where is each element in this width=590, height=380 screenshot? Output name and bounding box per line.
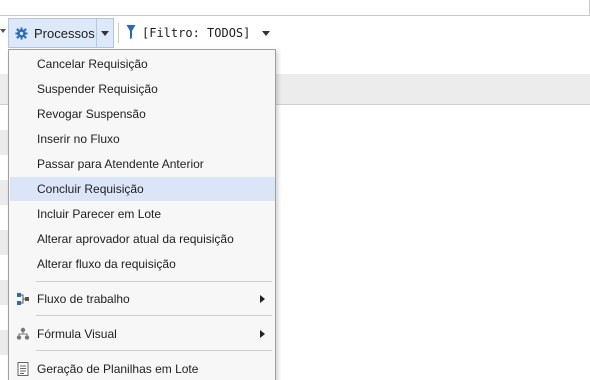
filter-dropdown[interactable]: [Filtro: TODOS] [126,17,271,49]
gear-icon [15,26,28,40]
menu-item-previous-attendant[interactable]: Passar para Atendente Anterior [10,152,275,176]
menu-item-batch-spreadsheets[interactable]: Geração de Planilhas em Lote [10,357,275,380]
formula-icon [16,327,30,341]
workflow-icon [16,292,30,306]
menu-separator [36,315,272,316]
menu-item-suspend-request[interactable]: Suspender Requisição [10,77,275,101]
menu-separator [36,350,272,351]
menu-item-visual-formula[interactable]: Fórmula Visual [10,322,275,346]
menu-item-label: Fluxo de trabalho [37,292,130,306]
menu-item-batch-opinion[interactable]: Incluir Parecer em Lote [10,202,275,226]
menu-item-label: Incluir Parecer em Lote [37,207,162,221]
processes-dropdown-arrow[interactable] [97,19,113,47]
toolbar: Processos [Filtro: TODOS] [0,17,590,49]
menu-item-label: Geração de Planilhas em Lote [37,362,199,376]
menu-item-label: Alterar aprovador atual da requisição [37,232,234,246]
menu-item-label: Revogar Suspensão [37,107,146,121]
menu-item-revoke-suspension[interactable]: Revogar Suspensão [10,102,275,126]
filter-funnel-icon [126,24,136,43]
processes-split-button[interactable]: Processos [8,18,114,48]
menu-item-insert-in-flow[interactable]: Inserir no Fluxo [10,127,275,151]
processes-menu: Cancelar Requisição Suspender Requisição… [8,49,276,380]
menu-item-label: Suspender Requisição [37,82,158,96]
menu-item-change-flow[interactable]: Alterar fluxo da requisição [10,252,275,276]
chevron-right-icon [260,295,265,303]
menu-item-label: Passar para Atendente Anterior [37,157,204,171]
menu-item-workflow[interactable]: Fluxo de trabalho [10,287,275,311]
top-strip [0,0,590,16]
menu-item-conclude-request[interactable]: Concluir Requisição [10,177,275,201]
menu-separator [36,281,272,282]
menu-item-cancel-request[interactable]: Cancelar Requisição [10,52,275,76]
filter-label: [Filtro: TODOS] [142,26,251,40]
processes-label: Processos [34,25,95,41]
chevron-down-icon [101,30,109,36]
menu-item-label: Inserir no Fluxo [37,132,120,146]
chevron-right-icon [260,330,265,338]
menu-item-label: Alterar fluxo da requisição [37,257,176,271]
spreadsheet-icon [16,362,30,376]
menu-item-label: Cancelar Requisição [37,57,148,71]
menu-item-label: Fórmula Visual [37,327,117,341]
toolbar-divider [118,23,119,43]
chevron-down-icon [262,30,271,36]
menu-item-label: Concluir Requisição [37,182,144,196]
processes-button[interactable]: Processos [9,19,97,47]
collapse-caret-icon[interactable] [0,29,6,33]
menu-item-change-approver[interactable]: Alterar aprovador atual da requisição [10,227,275,251]
